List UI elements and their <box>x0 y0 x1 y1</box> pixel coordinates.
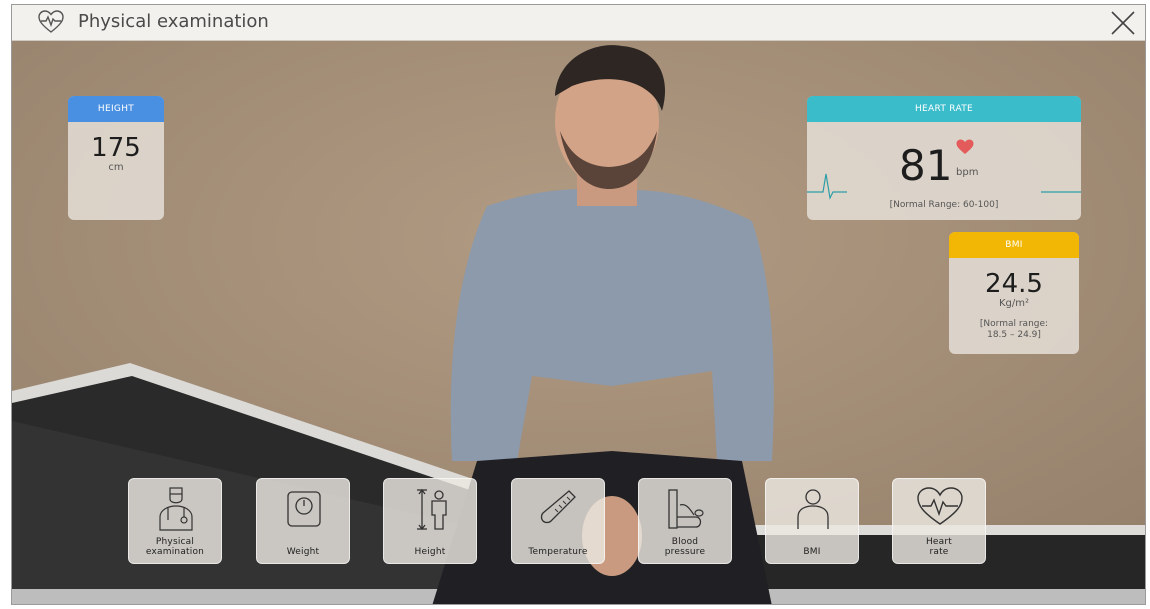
tile-label-line1: BMI <box>803 547 821 557</box>
heart-rate-reading: 81 bpm <box>899 139 1009 192</box>
height-unit: cm <box>108 162 124 173</box>
ecg-trace-right <box>1041 191 1081 193</box>
tile-label-line2: rate <box>929 547 949 557</box>
title-bar: Physical examination <box>12 5 1145 41</box>
heart-icon <box>956 139 974 154</box>
bmi-unit: Kg/m² <box>998 298 1030 309</box>
tile-label-line2: pressure <box>664 547 706 557</box>
bmi-card-header: BMI <box>949 232 1079 258</box>
bmi-range-note-line2: 18.5 – 24.9] <box>987 330 1041 340</box>
tile-weight[interactable]: Weight <box>256 478 350 564</box>
heart-rate-card-header: HEART RATE <box>807 96 1081 122</box>
tile-blood-pressure[interactable]: Blood pressure <box>638 478 732 564</box>
tile-label-line1: Height <box>414 547 446 557</box>
bmi-card: BMI 24.5 Kg/m² [Normal range: 18.5 – 24.… <box>949 232 1079 354</box>
bmi-value: 24.5 <box>985 269 1043 299</box>
height-value: 175 <box>91 133 141 163</box>
heart-rate-value: 81 <box>899 141 953 190</box>
tile-label-line1: Physical <box>155 537 195 547</box>
bmi-range-note-line1: [Normal range: <box>979 319 1049 329</box>
height-measure-icon <box>417 488 447 531</box>
tile-bmi[interactable]: BMI <box>765 478 859 564</box>
heart-rate-range-note: [Normal Range: 60-100] <box>889 200 999 210</box>
person-icon <box>797 489 829 529</box>
tile-label-line1: Blood <box>671 537 699 547</box>
exam-window: Physical examination HEIGHT 175 cm HEART… <box>11 4 1146 605</box>
thermometer-icon <box>540 490 576 524</box>
height-card-header: HEIGHT <box>68 96 164 122</box>
tile-temperature[interactable]: Temperature <box>511 478 605 564</box>
tile-label-line1: Temperature <box>528 547 588 557</box>
tile-label-line2: examination <box>145 547 205 557</box>
tile-heart-rate[interactable]: Heart rate <box>892 478 986 564</box>
scale-icon <box>287 491 321 527</box>
window-title: Physical examination <box>78 11 269 32</box>
close-icon[interactable] <box>1109 9 1137 37</box>
ecg-trace-left <box>807 173 847 200</box>
heart-pulse-icon <box>38 10 64 33</box>
tile-height[interactable]: Height <box>383 478 477 564</box>
heart-pulse-icon <box>917 487 963 525</box>
heart-rate-unit: bpm <box>956 167 979 178</box>
heart-rate-card: HEART RATE 81 bpm [Normal Range: 60-100] <box>807 96 1081 220</box>
tile-label-line1: Heart <box>925 537 953 547</box>
tile-label-line1: Weight <box>286 547 320 557</box>
doctor-icon <box>159 487 193 531</box>
tile-physical-examination[interactable]: Physical examination <box>128 478 222 564</box>
blood-pressure-icon <box>668 489 704 529</box>
height-card: HEIGHT 175 cm <box>68 96 164 220</box>
exam-scene: HEIGHT 175 cm HEART RATE 81 bpm [Normal … <box>12 41 1145 604</box>
